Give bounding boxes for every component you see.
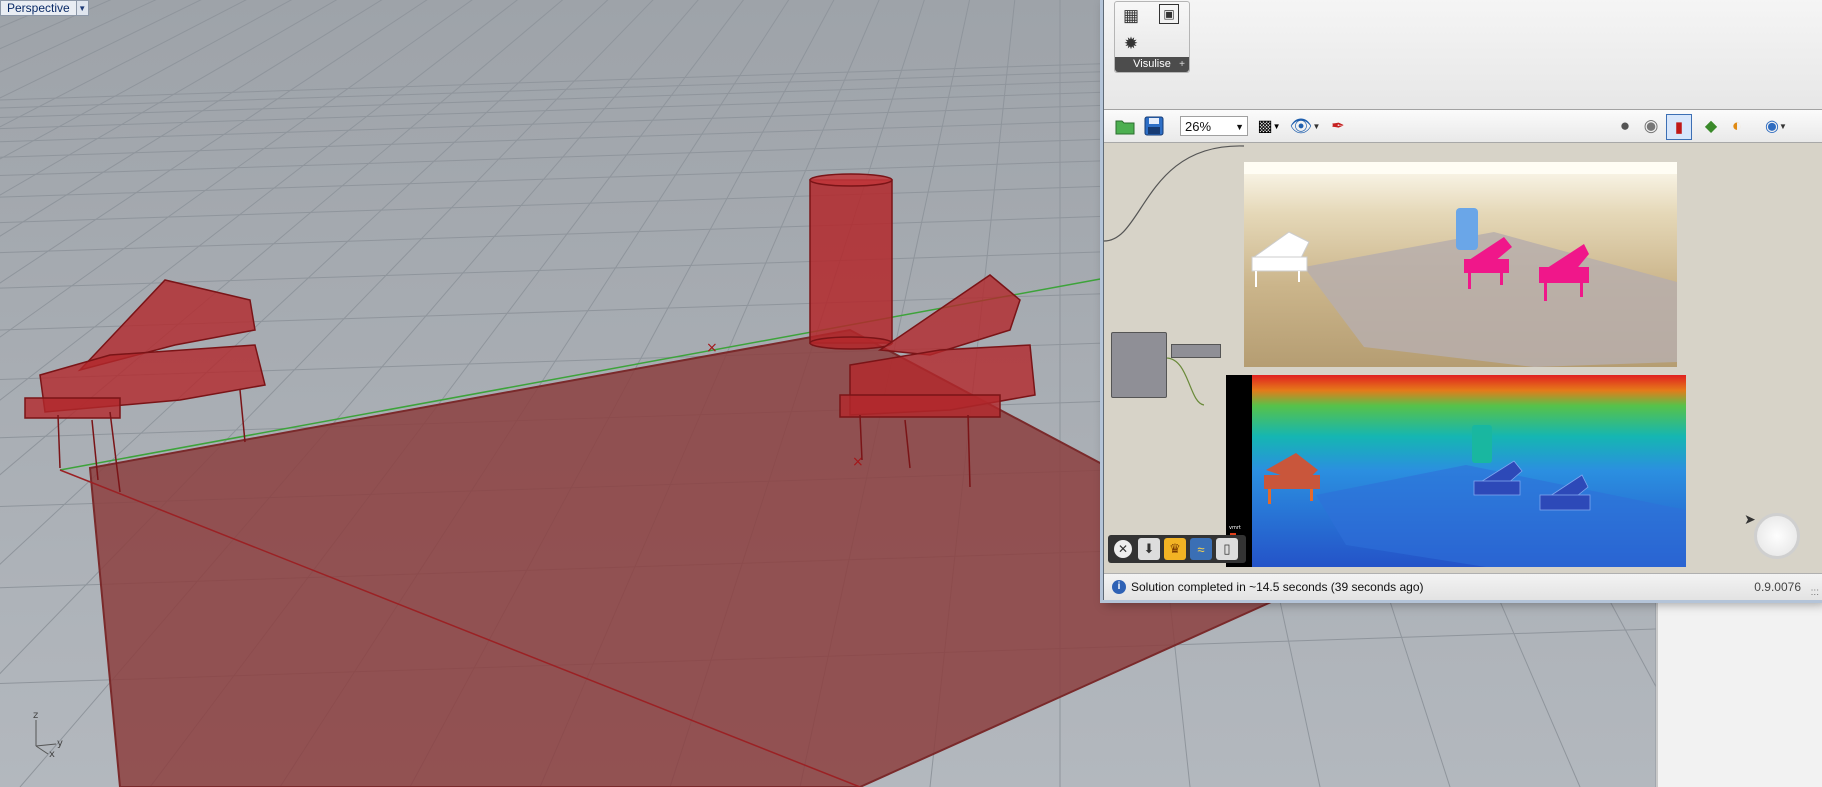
ladybug-icon[interactable]: ♛	[1164, 538, 1186, 560]
axis-y-label: y	[57, 738, 63, 749]
close-icon[interactable]: ✕	[1112, 538, 1134, 560]
panel-icon[interactable]: ▣	[1159, 4, 1179, 24]
canvas-toolbar: 26% ▼ ▩ ▼ 👁 ▼ ✒ ● ◉ ▮ ◆ ◐ ◉ ▼	[1104, 110, 1822, 143]
navigation-arrow-icon[interactable]: ➤	[1744, 511, 1756, 528]
preview-shaded-icon[interactable]: ▮	[1666, 114, 1692, 140]
render-preview-image	[1244, 162, 1677, 367]
phone-icon[interactable]: ▯	[1216, 538, 1238, 560]
thermal-analysis-image: vmrt	[1226, 375, 1686, 567]
selected-preview-icon[interactable]: ◆	[1700, 114, 1722, 138]
info-icon: i	[1112, 580, 1126, 594]
preview-wireframe-icon[interactable]: ◉	[1640, 114, 1662, 138]
expand-group-button[interactable]: +	[1179, 57, 1185, 72]
graph-icon[interactable]: ▦	[1119, 4, 1143, 28]
resize-grip-icon[interactable]: :::	[1811, 580, 1819, 606]
rhino-side-panel	[1656, 595, 1822, 787]
grasshopper-component-output[interactable]	[1171, 344, 1221, 358]
viewport-title-label[interactable]: Perspective	[0, 0, 77, 16]
ribbon-group-label: Visulise +	[1115, 57, 1189, 72]
sun-icon[interactable]: ✹	[1119, 32, 1143, 56]
version-label: 0.9.0076	[1754, 580, 1801, 594]
component-ribbon: ▦ ▣ ✹ Visulise +	[1104, 0, 1822, 110]
chevron-down-icon: ▼	[1235, 122, 1244, 132]
ribbon-group-title: Visulise	[1133, 58, 1171, 70]
world-axis-indicator: z y x	[26, 708, 76, 758]
point-marker: ×	[706, 340, 718, 356]
grasshopper-canvas[interactable]: vmrt ✕ ⬇ ♛ ≈ ▯ ➤	[1104, 143, 1822, 573]
status-bar: i Solution completed in ~14.5 seconds (3…	[1104, 573, 1822, 600]
grasshopper-component[interactable]	[1111, 332, 1167, 398]
material-sphere-icon[interactable]: ◐	[1726, 114, 1748, 138]
status-message: Solution completed in ~14.5 seconds (39 …	[1131, 580, 1424, 594]
axis-z-label: z	[33, 710, 38, 721]
sketch-pen-icon[interactable]: ✒	[1326, 114, 1350, 138]
heat-legend-label: vmrt	[1229, 525, 1241, 531]
globe-icon[interactable]: ◉ ▼	[1760, 114, 1792, 138]
triangle-down-icon[interactable]: ▼	[76, 0, 89, 16]
canvas-navigation-widget[interactable]	[1754, 513, 1800, 559]
canvas-dock-toolbar: ✕ ⬇ ♛ ≈ ▯	[1108, 535, 1246, 563]
save-icon[interactable]	[1142, 114, 1166, 138]
open-file-icon[interactable]	[1114, 114, 1136, 138]
axis-x-label: x	[49, 749, 55, 758]
cylinder	[809, 173, 893, 350]
zoom-level-value: 26%	[1185, 119, 1212, 134]
zoom-level-select[interactable]: 26% ▼	[1180, 116, 1248, 136]
python-icon[interactable]: ≈	[1190, 538, 1212, 560]
download-icon[interactable]: ⬇	[1138, 538, 1160, 560]
grasshopper-window[interactable]: ▦ ▣ ✹ Visulise + 26% ▼ ▩ ▼ 👁 ▼ ✒ ● ◉ ▮ ◆ ◐…	[1103, 0, 1822, 600]
preview-off-icon[interactable]: ●	[1614, 114, 1636, 138]
ribbon-group-visulise[interactable]: ▦ ▣ ✹ Visulise +	[1114, 1, 1190, 73]
zoom-extents-icon[interactable]: ▩ ▼	[1254, 114, 1284, 138]
eye-icon[interactable]: 👁 ▼	[1288, 114, 1322, 138]
viewport-title[interactable]: Perspective ▼	[0, 0, 89, 16]
